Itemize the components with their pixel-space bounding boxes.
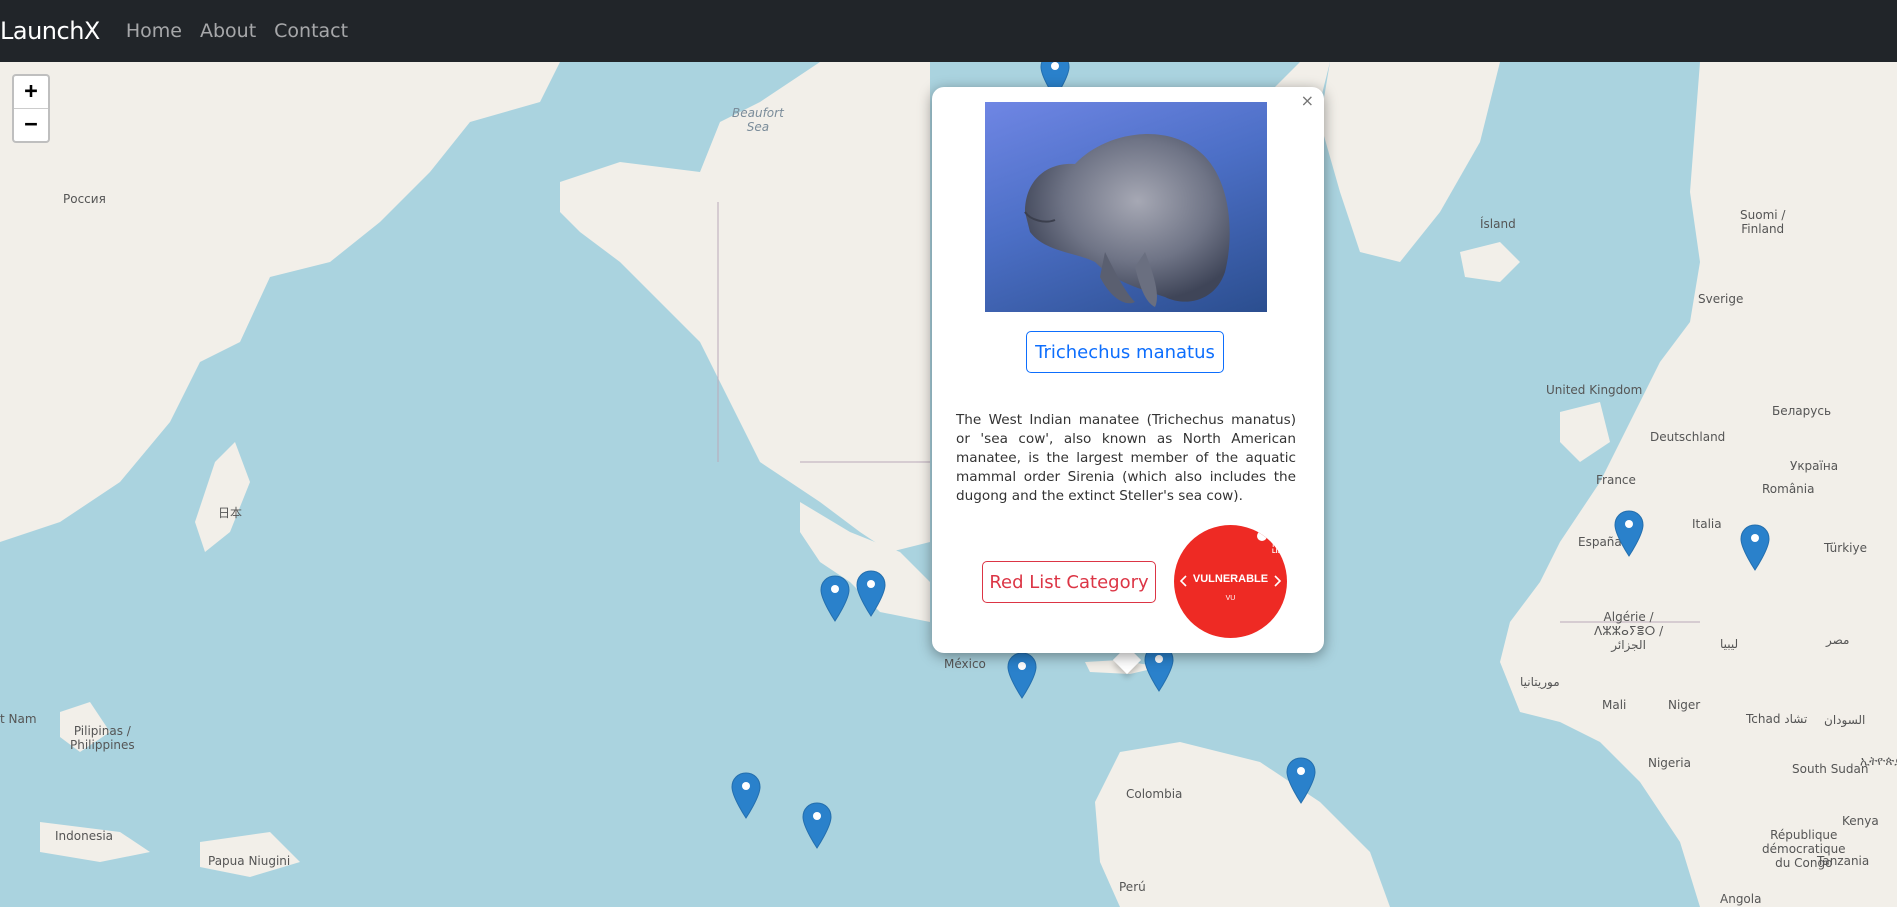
map-label-south-sudan: South Sudan (1792, 762, 1869, 776)
map-label-vietnam: t Nam (0, 712, 37, 726)
zoom-out-button[interactable]: − (14, 108, 48, 141)
badge-label: VULNERABLE (1192, 573, 1269, 585)
map-label-colombia: Colombia (1126, 787, 1183, 801)
map-label-russia: Россия (63, 192, 106, 206)
brand-link[interactable]: LaunchX (0, 17, 100, 45)
manatee-image (1024, 134, 1230, 307)
map-label-japan: 日本 (218, 506, 243, 520)
species-popup: × Trichechus manatus The West Indian man… (932, 87, 1324, 653)
map-label-sweden: Sverige (1698, 292, 1744, 306)
vulnerable-badge: RED LIST VULNERABLE VU (1174, 525, 1287, 638)
nav-link-contact[interactable]: Contact (274, 20, 348, 42)
map-marker-icon[interactable] (1614, 510, 1644, 558)
map-marker-icon[interactable] (1286, 757, 1316, 805)
map-marker-icon[interactable] (731, 772, 761, 820)
badge-code: VU (1225, 595, 1236, 602)
map-label-mali: Mali (1602, 698, 1627, 712)
zoom-in-button[interactable]: + (14, 76, 48, 108)
map-label-beaufort-sea: Beaufort Sea (732, 106, 784, 134)
map-label-belarus: Беларусь (1772, 404, 1832, 418)
map-marker-icon[interactable] (1740, 524, 1770, 572)
map-label-sudan: السودان (1824, 713, 1866, 727)
map-label-romania: România (1762, 482, 1815, 496)
map-label-iceland: Ísland (1480, 217, 1516, 231)
map-label-ethiopia: ኢትዮጵያ (1860, 754, 1897, 768)
map-label-finland: Suomi / Finland (1740, 208, 1786, 236)
map-label-mexico: México (944, 657, 986, 671)
map-label-mauritania: موريتانيا (1520, 675, 1560, 689)
map-label-nigeria: Nigeria (1648, 756, 1691, 770)
red-list-logo-icon (1257, 529, 1282, 541)
map-label-france: France (1596, 473, 1636, 487)
map-marker-icon[interactable] (802, 802, 832, 850)
map-label-philippines: Pilipinas / Philippines (70, 724, 135, 752)
nav-link-about[interactable]: About (200, 20, 256, 42)
map-label-uk: United Kingdom (1546, 383, 1643, 397)
map-label-tanzania: Tanzania (1817, 854, 1870, 868)
map-label-png: Papua Niugini (208, 854, 291, 868)
map-label-ukraine: Україна (1790, 459, 1839, 473)
map-label-kenya: Kenya (1842, 814, 1879, 828)
map-label-chad: Tchad تشاد (1746, 712, 1808, 726)
red-list-category-button[interactable]: Red List Category (982, 561, 1156, 603)
map-label-egypt: مصر (1826, 633, 1850, 647)
map-label-niger: Niger (1668, 698, 1701, 712)
map-marker-icon[interactable] (856, 570, 886, 618)
map-label-germany: Deutschland (1650, 430, 1726, 444)
map-label-italy: Italia (1692, 517, 1722, 531)
map-marker-icon[interactable] (820, 575, 850, 623)
species-photo (985, 102, 1267, 312)
red-list-logo-text: RED LIST (1272, 543, 1285, 555)
species-description: The West Indian manatee (Trichechus mana… (956, 412, 1296, 504)
zoom-control: + − (12, 74, 50, 143)
map-marker-icon[interactable] (1007, 652, 1037, 700)
close-icon[interactable]: × (1301, 91, 1314, 110)
map-label-libya: ليبيا (1720, 637, 1739, 651)
map-label-algeria: Algérie / ⴷⵣⵣⴰⵢⴻⵔ / الجزائر (1594, 610, 1664, 652)
species-name-button[interactable]: Trichechus manatus (1026, 331, 1224, 373)
map-label-peru: Perú (1119, 880, 1146, 894)
top-navbar: LaunchX Home About Contact (0, 0, 1897, 62)
map-label-angola: Angola (1720, 892, 1762, 906)
map-label-indonesia: Indonesia (55, 829, 114, 843)
map-label-turkey: Türkiye (1824, 541, 1867, 555)
nav-link-home[interactable]: Home (126, 20, 182, 42)
